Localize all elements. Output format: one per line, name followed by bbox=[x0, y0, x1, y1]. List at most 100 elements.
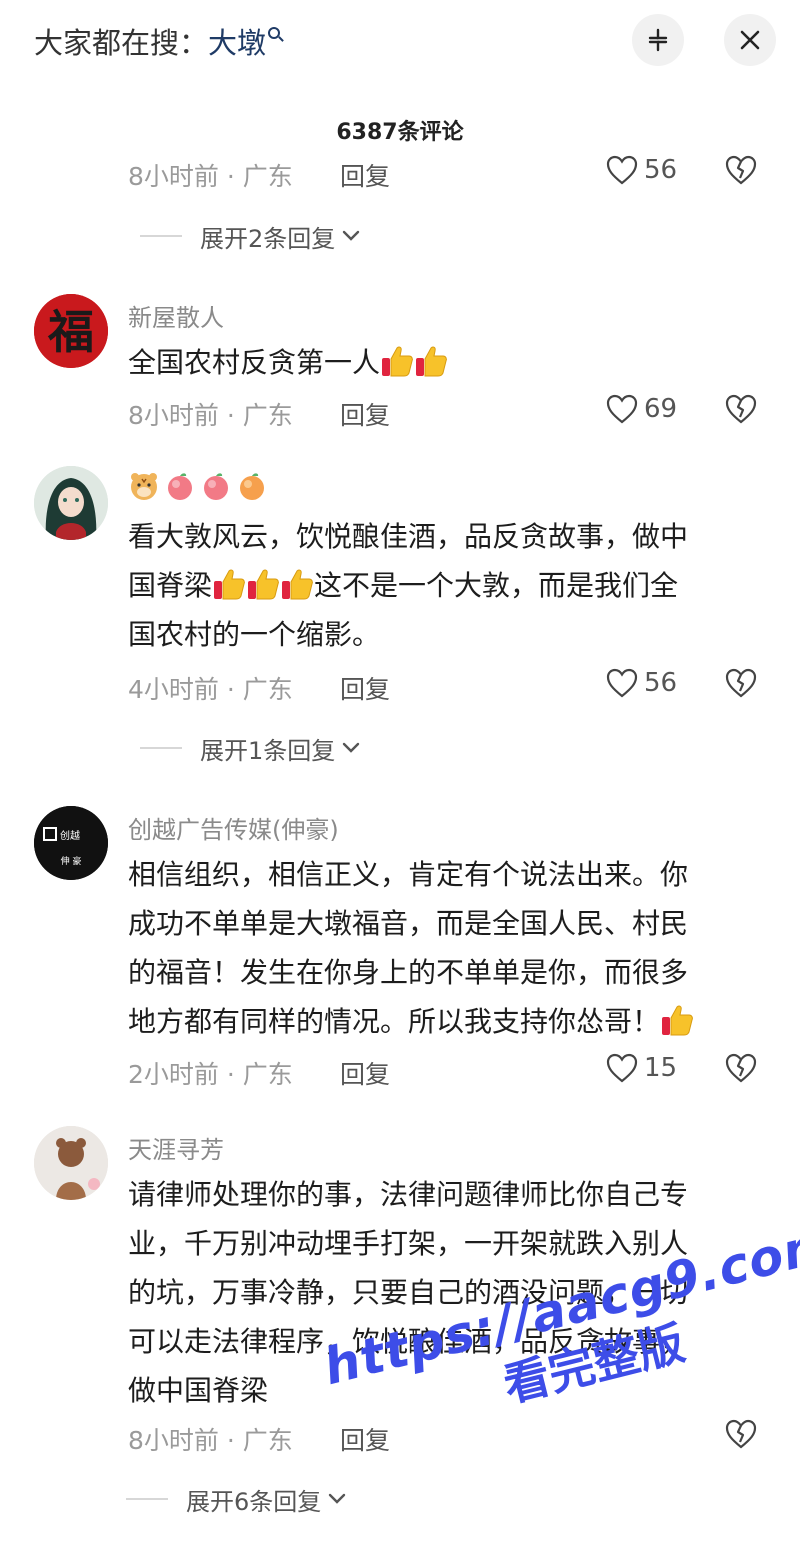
broken-heart-icon bbox=[725, 1053, 757, 1083]
thumbs-up-icon bbox=[416, 346, 447, 377]
dislike-button[interactable] bbox=[724, 155, 758, 191]
comment-line: 可以走法律程序，饮悦酿佳酒，品反贪故事， bbox=[128, 1325, 689, 1358]
heart-icon bbox=[606, 668, 638, 698]
thumbs-up-icon bbox=[248, 569, 279, 600]
broken-heart-icon bbox=[725, 668, 757, 698]
thumbs-up-icon bbox=[214, 569, 245, 600]
like-count: 69 bbox=[644, 394, 678, 424]
username[interactable]: 新屋散人 bbox=[128, 298, 224, 333]
expand-replies-button[interactable]: 展开6条回复 bbox=[126, 1482, 347, 1516]
expand-label: 展开1条回复 bbox=[200, 736, 336, 765]
expand-label: 展开2条回复 bbox=[200, 224, 336, 253]
divider bbox=[126, 1498, 168, 1500]
dislike-button[interactable] bbox=[724, 394, 758, 430]
comment-line: 看大敦风云，饮悦酿佳酒，品反贪故事，做中 bbox=[128, 520, 689, 553]
like-count: 56 bbox=[644, 155, 678, 185]
username[interactable]: 天涯寻芳 bbox=[128, 1130, 224, 1165]
comment-time: 4小时前 · 广东 bbox=[128, 675, 293, 704]
search-hint-label: 大家都在搜： bbox=[34, 26, 209, 60]
chevron-down-icon bbox=[343, 742, 360, 753]
broken-heart-icon bbox=[725, 394, 757, 424]
thumbs-up-icon bbox=[382, 346, 413, 377]
close-icon bbox=[740, 30, 760, 50]
collapse-button[interactable] bbox=[632, 14, 684, 66]
broken-heart-icon bbox=[725, 155, 757, 185]
bear-doll-avatar bbox=[34, 1126, 108, 1200]
comment-text: 全国农村反贪第一人 bbox=[128, 338, 758, 387]
search-keyword[interactable]: 大墩 bbox=[208, 26, 266, 60]
comment-line: 相信组织，相信正义，肯定有个说法出来。你 bbox=[128, 858, 689, 891]
comment-line: 国农村的一个缩影。 bbox=[128, 618, 381, 651]
comment-text: 相信组织，相信正义，肯定有个说法出来。你 成功不单单是大墩福音，而是全国人民、村… bbox=[128, 850, 758, 1046]
user-emoji-name[interactable] bbox=[128, 470, 268, 502]
dislike-button[interactable] bbox=[724, 668, 758, 704]
comment-line: 做中国脊梁 bbox=[128, 1374, 269, 1407]
comment-line: 的坑，万事冷静，只要自己的酒没问题，一切 bbox=[128, 1276, 689, 1309]
comment-line: 业，千万别冲动埋手打架，一开架就跌入别人 bbox=[128, 1227, 689, 1260]
reply-button[interactable]: 回复 bbox=[340, 1421, 390, 1457]
like-button[interactable]: 69 bbox=[606, 394, 677, 424]
comment-meta: 8小时前 · 广东 回复 69 bbox=[128, 394, 778, 432]
reply-button[interactable]: 回复 bbox=[340, 1055, 390, 1091]
peach-orange-emoji-icon bbox=[240, 473, 264, 500]
peach-emoji-icon bbox=[168, 473, 192, 500]
reply-button[interactable]: 回复 bbox=[340, 157, 390, 193]
comment-line: 的福音！发生在你身上的不单单是你，而很多 bbox=[128, 956, 689, 989]
avatar[interactable]: 福 bbox=[34, 294, 108, 368]
avatar[interactable] bbox=[34, 466, 108, 540]
comment-line-part: 国脊梁 bbox=[128, 569, 213, 602]
avatar[interactable]: 创越 伸 豪 bbox=[34, 806, 108, 880]
avatar[interactable] bbox=[34, 1126, 108, 1200]
comment-line-part: 这不是一个大敦，而是我们全 bbox=[314, 569, 679, 602]
dislike-button[interactable] bbox=[724, 1053, 758, 1089]
comment-line-part: 地方都有同样的情况。所以我支持你怂哥！ bbox=[128, 1005, 661, 1038]
like-button[interactable]: 56 bbox=[606, 668, 677, 698]
heart-icon bbox=[606, 394, 638, 424]
fu-character-avatar: 福 bbox=[34, 294, 108, 368]
logo-text: 创越 bbox=[60, 829, 80, 842]
comment-count: 6387条评论 bbox=[336, 120, 464, 145]
comment-meta: 4小时前 · 广东 回复 56 bbox=[128, 668, 778, 706]
heart-icon bbox=[606, 1053, 638, 1083]
comment-text-body: 全国农村反贪第一人 bbox=[128, 346, 381, 379]
company-logo-avatar: 创越 伸 豪 bbox=[34, 806, 108, 880]
divider bbox=[140, 747, 182, 749]
comment-text: 请律师处理你的事，法律问题律师比你自己专 业，千万别冲动埋手打架，一开架就跌入别… bbox=[128, 1170, 758, 1415]
comment-line: 请律师处理你的事，法律问题律师比你自己专 bbox=[128, 1178, 689, 1211]
like-count: 15 bbox=[644, 1053, 678, 1083]
search-suggestion[interactable]: 大家都在搜：大墩 bbox=[34, 20, 281, 62]
anime-girl-avatar bbox=[34, 466, 108, 540]
comment-line: 地方都有同样的情况。所以我支持你怂哥！ bbox=[128, 997, 758, 1046]
username[interactable]: 创越广告传媒(伸豪) bbox=[128, 810, 339, 845]
thumbs-up-icon bbox=[282, 569, 313, 600]
peach-emoji-icon bbox=[204, 473, 228, 500]
heart-icon bbox=[606, 155, 638, 185]
divider bbox=[140, 235, 182, 237]
chevron-down-icon bbox=[343, 230, 360, 241]
comment-meta: 8小时前 · 广东 回复 bbox=[128, 1419, 778, 1457]
comment-line: 国脊梁 这不是一个大敦，而是我们全 bbox=[128, 561, 758, 610]
expand-replies-button[interactable]: 展开2条回复 bbox=[140, 219, 361, 253]
like-button[interactable]: 56 bbox=[606, 155, 677, 185]
comment-meta: 8小时前 · 广东 回复 56 bbox=[128, 155, 778, 193]
comment-time: 8小时前 · 广东 bbox=[128, 162, 293, 191]
comment-time: 8小时前 · 广东 bbox=[128, 1426, 293, 1455]
chevron-down-icon bbox=[329, 1493, 346, 1504]
like-button[interactable]: 15 bbox=[606, 1053, 677, 1083]
expand-replies-button[interactable]: 展开1条回复 bbox=[140, 731, 361, 765]
comment-line: 成功不单单是大墩福音，而是全国人民、村民 bbox=[128, 907, 689, 940]
like-count: 56 bbox=[644, 668, 678, 698]
comment-time: 2小时前 · 广东 bbox=[128, 1060, 293, 1089]
comment-text: 看大敦风云，饮悦酿佳酒，品反贪故事，做中 国脊梁 这不是一个大敦，而是我们全 国农… bbox=[128, 512, 758, 659]
collapse-icon bbox=[648, 28, 668, 52]
dislike-button[interactable] bbox=[724, 1419, 758, 1455]
thumbs-up-icon bbox=[662, 1005, 693, 1036]
broken-heart-icon bbox=[725, 1419, 757, 1449]
logo-subtext: 伸 豪 bbox=[61, 855, 82, 867]
close-button[interactable] bbox=[724, 14, 776, 66]
comment-meta: 2小时前 · 广东 回复 15 bbox=[128, 1053, 778, 1091]
top-bar: 大家都在搜：大墩 bbox=[0, 0, 800, 84]
fu-text: 福 bbox=[47, 305, 94, 359]
reply-button[interactable]: 回复 bbox=[340, 670, 390, 706]
reply-button[interactable]: 回复 bbox=[340, 396, 390, 432]
